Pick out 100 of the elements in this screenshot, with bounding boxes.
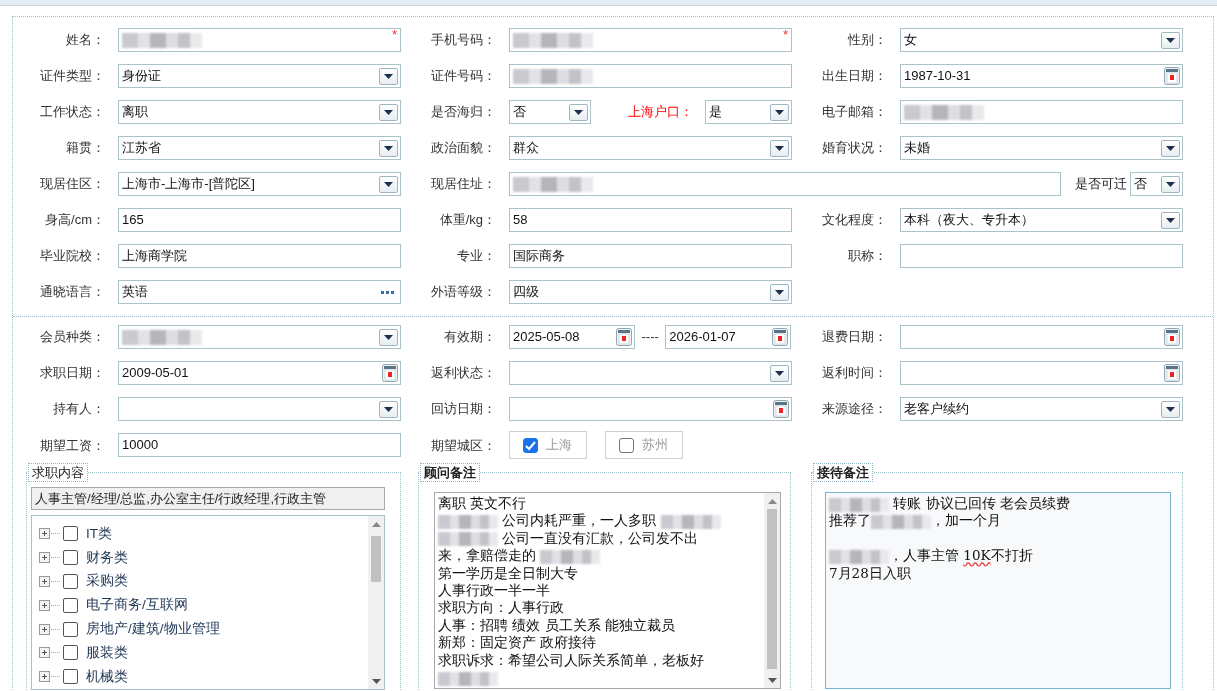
dropdown-button[interactable]: [1161, 211, 1180, 229]
calendar-icon: [1164, 67, 1180, 85]
date-field[interactable]: [509, 397, 792, 421]
select-field[interactable]: 身份证: [118, 64, 401, 88]
text-field[interactable]: [900, 244, 1183, 268]
checkbox[interactable]: [63, 669, 78, 685]
expand-icon[interactable]: [39, 623, 50, 635]
dropdown-button[interactable]: [379, 328, 398, 346]
notes-textarea[interactable]: 转账 协议已回传 老会员续费 推荐了 ，加一个月 ，人事主管 10K不打折 7月28日入职: [825, 492, 1171, 689]
select-field[interactable]: 老客户续约: [900, 397, 1183, 421]
caret-icon: [573, 108, 584, 116]
select-field[interactable]: [118, 397, 401, 421]
tree-item[interactable]: 财务类: [86, 547, 128, 568]
text-field[interactable]: [509, 64, 792, 88]
select-field[interactable]: 离职: [118, 100, 401, 124]
required-mark: *: [391, 28, 397, 41]
field-label: 出生日期：: [821, 67, 888, 86]
caret-icon: [774, 369, 785, 377]
date-field[interactable]: 2009-05-01: [118, 361, 401, 385]
text-field[interactable]: [509, 172, 1061, 196]
dropdown-button[interactable]: [379, 103, 398, 121]
dropdown-button[interactable]: [1161, 400, 1180, 418]
text-field[interactable]: 58: [509, 208, 792, 232]
panel-title: 接待备注: [813, 463, 873, 482]
scroll-up-icon: [371, 521, 381, 527]
select-field[interactable]: [118, 325, 401, 349]
dropdown-button[interactable]: [569, 103, 588, 121]
calendar-icon: [1164, 364, 1180, 382]
tree-item[interactable]: 采购类: [86, 571, 128, 592]
dropdown-button[interactable]: [1161, 139, 1180, 157]
text-field[interactable]: *: [509, 28, 792, 52]
field-label: 返利时间：: [821, 364, 888, 383]
tree-item[interactable]: 机械类: [86, 666, 128, 687]
text-field[interactable]: 上海商学院: [118, 244, 401, 268]
field-label: 是否海归：: [430, 103, 497, 122]
dropdown-button[interactable]: [1161, 31, 1180, 49]
dropdown-button[interactable]: [770, 364, 789, 382]
panel-title: 求职内容: [28, 463, 88, 482]
caret-icon: [383, 405, 394, 413]
expand-icon[interactable]: [39, 599, 50, 611]
tree-item[interactable]: IT类: [86, 523, 112, 544]
select-field[interactable]: 群众: [509, 136, 792, 160]
select-field[interactable]: 上海市-上海市-[普陀区]: [118, 172, 401, 196]
select-field[interactable]: 未婚: [900, 136, 1183, 160]
checkbox[interactable]: [63, 550, 78, 566]
date-field[interactable]: 1987-10-31: [900, 64, 1183, 88]
checkbox[interactable]: [63, 645, 78, 661]
select-field[interactable]: [509, 361, 792, 385]
dropdown-button[interactable]: [379, 67, 398, 85]
expand-icon[interactable]: [39, 671, 50, 683]
select-field[interactable]: 本科（夜大、专升本）: [900, 208, 1183, 232]
checkbox[interactable]: [63, 526, 78, 542]
notes-textarea[interactable]: 离职 英文不行 公司内耗严重，一人多职 公司一直没有汇款，公司发不出 来，拿赔偿走的 第一学历是全日制大专 人事行政一半一半 求职方向：人事行政 人事：招聘 绩效 员工关系 能独立裁员 新郑：固定资产 政府接待 求职诉求：希望公司人际关系简单，老板好: [434, 492, 781, 689]
date-field[interactable]: 2025-05-08: [509, 325, 635, 349]
text-field[interactable]: 165: [118, 208, 401, 232]
expand-icon[interactable]: [39, 647, 50, 659]
expand-icon[interactable]: [39, 552, 50, 564]
caret-icon: [383, 333, 394, 341]
checkbox[interactable]: [523, 437, 538, 453]
dropdown-button[interactable]: [379, 175, 398, 193]
tree-item[interactable]: 服装类: [86, 642, 128, 663]
dropdown-button[interactable]: [379, 400, 398, 418]
checkbox[interactable]: [63, 574, 78, 589]
caret-icon: [383, 108, 394, 116]
dropdown-button[interactable]: [770, 283, 789, 301]
checkbox[interactable]: [63, 597, 78, 613]
select-field[interactable]: 女: [900, 28, 1183, 52]
dropdown-button[interactable]: [379, 139, 398, 157]
field-label: 来源途径：: [821, 400, 888, 419]
date-field[interactable]: [900, 325, 1183, 349]
scrollbar[interactable]: [368, 516, 384, 689]
select-field[interactable]: 否: [509, 100, 591, 124]
dropdown-button[interactable]: [1161, 175, 1180, 193]
required-mark: *: [782, 28, 788, 41]
checkbox[interactable]: [63, 621, 78, 637]
field-label: 外语等级：: [430, 283, 497, 302]
text-field[interactable]: [900, 100, 1183, 124]
expand-icon[interactable]: [39, 576, 50, 587]
scrollbar-thumb[interactable]: [767, 509, 777, 669]
tree-item[interactable]: 电子商务/互联网: [86, 595, 188, 616]
tree-item[interactable]: 房地产/建筑/物业管理: [86, 618, 220, 640]
field-label: 籍贯：: [65, 139, 106, 158]
dropdown-button[interactable]: [770, 139, 789, 157]
scrollbar[interactable]: [764, 493, 780, 688]
picker-field[interactable]: 英语: [118, 280, 401, 304]
text-field[interactable]: 国际商务: [509, 244, 792, 268]
expand-icon[interactable]: [39, 528, 50, 540]
text-field[interactable]: 10000: [118, 433, 401, 457]
field-label: 身高/cm：: [44, 211, 106, 230]
date-field[interactable]: 2026-01-07: [665, 325, 792, 349]
select-field[interactable]: 四级: [509, 280, 792, 304]
select-field[interactable]: 否: [1130, 172, 1183, 196]
dropdown-button[interactable]: [770, 103, 789, 121]
select-field[interactable]: 江苏省: [118, 136, 401, 160]
date-field[interactable]: [900, 361, 1183, 385]
field-label: 文化程度：: [821, 211, 888, 230]
checkbox[interactable]: [619, 437, 634, 453]
select-field[interactable]: 是: [705, 100, 792, 124]
text-field[interactable]: *: [118, 28, 401, 52]
scrollbar-thumb[interactable]: [371, 536, 381, 582]
